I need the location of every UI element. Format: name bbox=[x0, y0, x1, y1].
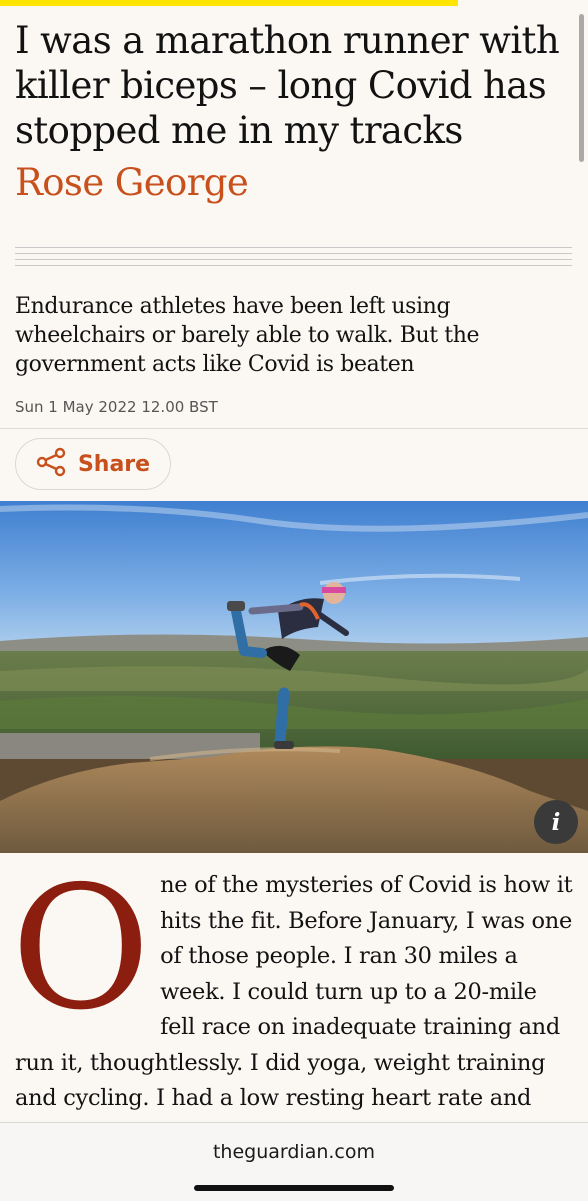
article-byline[interactable]: Rose George bbox=[15, 160, 249, 205]
article-standfirst: Endurance athletes have been left using … bbox=[15, 294, 480, 377]
info-icon: i bbox=[551, 808, 561, 836]
share-icon bbox=[36, 447, 66, 481]
top-accent-bar bbox=[0, 0, 458, 6]
divider bbox=[0, 428, 588, 429]
article-body: One of the mysteries of Covid is how it … bbox=[11, 864, 575, 1117]
scrollbar[interactable] bbox=[579, 14, 584, 162]
article-dateline: Sun 1 May 2022 12.00 BST bbox=[15, 398, 218, 416]
home-indicator[interactable] bbox=[194, 1185, 394, 1191]
image-info-button[interactable]: i bbox=[534, 800, 578, 844]
article-headline: I was a marathon runner with killer bice… bbox=[15, 19, 560, 152]
share-button[interactable]: Share bbox=[15, 438, 171, 490]
share-label: Share bbox=[77, 451, 151, 477]
article-photo[interactable]: i bbox=[0, 501, 588, 853]
drop-cap: O bbox=[11, 850, 151, 1048]
browser-bottom-bar: theguardian.com bbox=[0, 1122, 588, 1201]
address-bar[interactable]: theguardian.com bbox=[0, 1141, 588, 1163]
section-rules bbox=[15, 247, 572, 271]
